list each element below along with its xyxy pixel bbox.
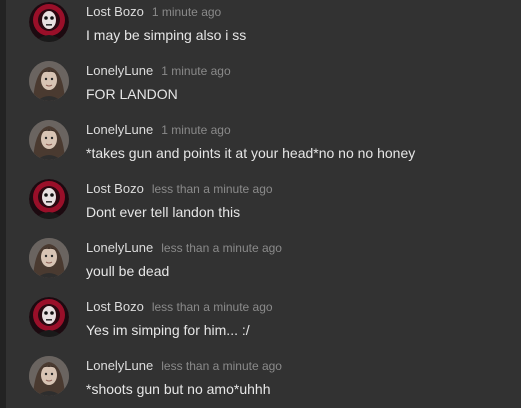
author-name[interactable]: Lost Bozo xyxy=(86,4,144,19)
author-name[interactable]: LonelyLune xyxy=(86,240,153,255)
message-header: Lost Bozo less than a minute ago xyxy=(86,181,273,197)
woman-portrait-avatar-icon[interactable] xyxy=(29,120,69,160)
chat-message: LonelyLune 1 minute ago *takes gun and po… xyxy=(0,112,521,171)
author-name[interactable]: Lost Bozo xyxy=(86,299,144,314)
message-text: I may be simping also i ss xyxy=(86,27,247,43)
chat-message: LonelyLune less than a minute ago youll b… xyxy=(0,230,521,289)
message-text: *takes gun and points it at your head*no… xyxy=(86,145,416,161)
chat-message-list: Lost Bozo 1 minute ago I may be simping a… xyxy=(0,0,521,408)
message-text: Yes im simping for him... :/ xyxy=(86,322,250,338)
message-header: LonelyLune less than a minute ago xyxy=(86,240,282,256)
chat-message: LonelyLune less than a minute ago *shoots… xyxy=(0,348,521,407)
masked-figure-avatar-icon[interactable] xyxy=(29,297,69,337)
message-header: Lost Bozo less than a minute ago xyxy=(86,299,273,315)
chat-message: LonelyLune 1 minute ago FOR LANDON xyxy=(0,53,521,112)
woman-portrait-avatar-icon[interactable] xyxy=(29,238,69,278)
message-header: LonelyLune 1 minute ago xyxy=(86,63,231,79)
message-text: youll be dead xyxy=(86,263,170,279)
message-text: *shoots gun but no amo*uhhh xyxy=(86,381,271,397)
message-text: FOR LANDON xyxy=(86,86,178,102)
chat-message: Lost Bozo less than a minute ago Yes im s… xyxy=(0,289,521,348)
timestamp: 1 minute ago xyxy=(151,5,222,19)
message-text: Dont ever tell landon this xyxy=(86,204,241,220)
chat-message: Lost Bozo less than a minute ago Dont eve… xyxy=(0,171,521,230)
masked-figure-avatar-icon[interactable] xyxy=(29,179,69,219)
woman-portrait-avatar-icon[interactable] xyxy=(29,61,69,101)
timestamp: 1 minute ago xyxy=(161,123,231,137)
message-header: LonelyLune less than a minute ago xyxy=(86,358,282,374)
timestamp: less than a minute ago xyxy=(151,182,273,196)
timestamp: less than a minute ago xyxy=(161,359,282,373)
woman-portrait-avatar-icon[interactable] xyxy=(29,356,69,396)
chat-message: Lost Bozo 1 minute ago I may be simping a… xyxy=(0,0,521,53)
timestamp: less than a minute ago xyxy=(151,300,273,314)
masked-figure-avatar-icon[interactable] xyxy=(29,2,69,42)
message-header: Lost Bozo 1 minute ago xyxy=(86,4,222,20)
message-header: LonelyLune 1 minute ago xyxy=(86,122,231,138)
author-name[interactable]: LonelyLune xyxy=(86,122,153,137)
author-name[interactable]: LonelyLune xyxy=(86,63,153,78)
timestamp: less than a minute ago xyxy=(161,241,282,255)
timestamp: 1 minute ago xyxy=(161,64,231,78)
author-name[interactable]: Lost Bozo xyxy=(86,181,144,196)
author-name[interactable]: LonelyLune xyxy=(86,358,153,373)
